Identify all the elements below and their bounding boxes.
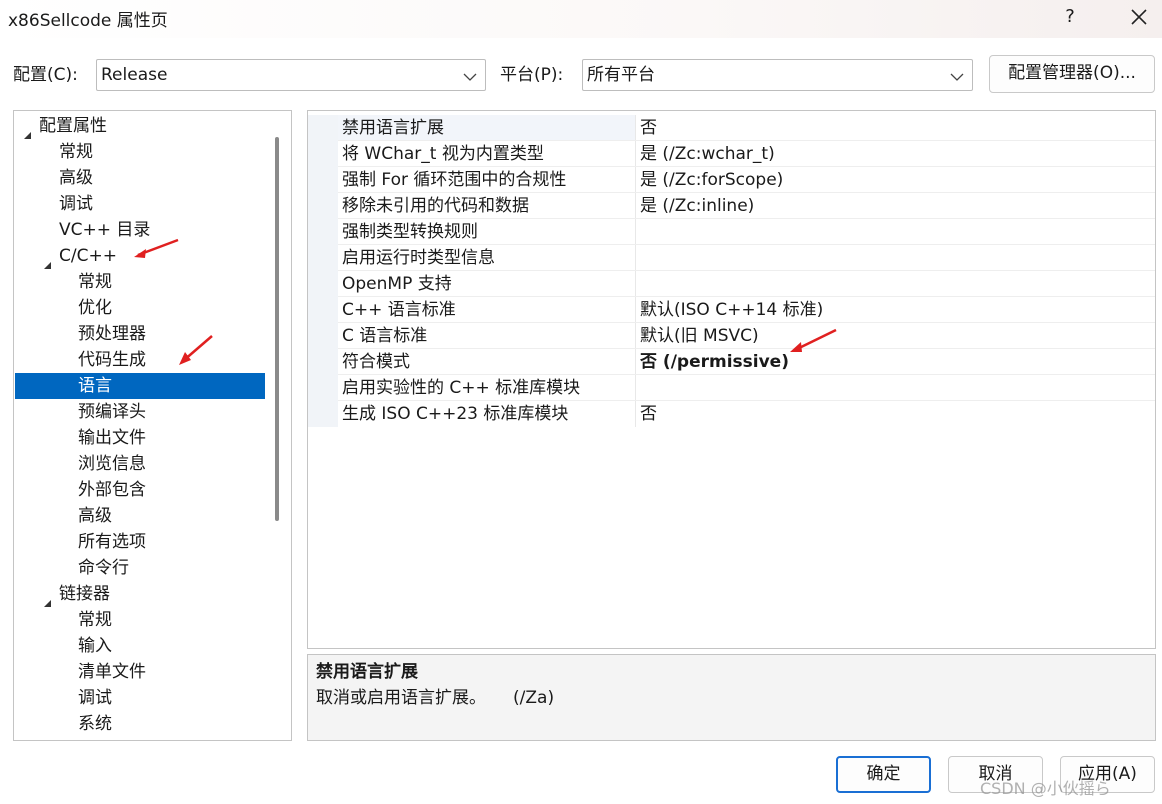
property-grid: 禁用语言扩展 否 将 WChar_t 视为内置类型 是 (/Zc:wchar_t…: [307, 110, 1156, 649]
tree-item-cpp-advanced[interactable]: 高级: [15, 503, 265, 529]
configuration-manager-button[interactable]: 配置管理器(O)...: [989, 55, 1155, 93]
tree-item-linker-debugging[interactable]: 调试: [15, 685, 265, 711]
expanded-triangle-icon[interactable]: [43, 590, 52, 607]
tree-item-manifest-file[interactable]: 清单文件: [15, 659, 265, 685]
property-value[interactable]: 否: [640, 401, 657, 427]
tree-item-optimization[interactable]: 优化: [15, 295, 265, 321]
property-name: C++ 语言标准: [342, 300, 456, 320]
description-title: 禁用语言扩展: [316, 662, 418, 682]
property-value[interactable]: 默认(旧 MSVC): [640, 323, 759, 349]
property-name: 强制类型转换规则: [342, 222, 478, 242]
tree-item-input[interactable]: 输入: [15, 633, 265, 659]
tree-scrollbar[interactable]: [275, 137, 279, 521]
tree-item-code-generation[interactable]: 代码生成: [15, 347, 265, 373]
expanded-triangle-icon[interactable]: [43, 252, 52, 269]
tree-item-language[interactable]: 语言: [15, 373, 265, 399]
tree-item-advanced[interactable]: 高级: [15, 165, 265, 191]
property-value[interactable]: 是 (/Zc:inline): [640, 193, 754, 219]
tree-item-linker[interactable]: 链接器: [15, 581, 265, 607]
watermark: CSDN @小伙摇ら: [980, 779, 1111, 798]
property-value[interactable]: 否: [640, 115, 657, 141]
tree-item-all-options[interactable]: 所有选项: [15, 529, 265, 555]
ok-button[interactable]: 确定: [836, 756, 931, 793]
property-name: 将 WChar_t 视为内置类型: [342, 144, 544, 164]
window-title: x86Sellcode 属性页: [8, 11, 168, 31]
tree-item-browse-information[interactable]: 浏览信息: [15, 451, 265, 477]
property-tree: 配置属性 常规 高级 调试 VC++ 目录 C/C++ 常规 优化 预处理器 代…: [13, 110, 292, 741]
property-value[interactable]: 是 (/Zc:forScope): [640, 167, 783, 193]
description-text: 取消或启用语言扩展。 (/Za): [316, 688, 555, 708]
annotation-arrow-icon: [134, 238, 179, 258]
help-button[interactable]: ?: [1060, 6, 1080, 27]
tree-item-command-line[interactable]: 命令行: [15, 555, 265, 581]
tree-item-linker-general[interactable]: 常规: [15, 607, 265, 633]
config-dropdown[interactable]: Release: [96, 59, 486, 91]
chevron-down-icon: [950, 69, 964, 83]
property-row[interactable]: C 语言标准 默认(旧 MSVC): [308, 323, 1155, 349]
property-row[interactable]: 启用运行时类型信息: [308, 245, 1155, 271]
config-value: Release: [101, 65, 168, 85]
tree-item-general[interactable]: 常规: [15, 139, 265, 165]
property-row[interactable]: C++ 语言标准 默认(ISO C++14 标准): [308, 297, 1155, 323]
property-row[interactable]: 强制 For 循环范围中的合规性 是 (/Zc:forScope): [308, 167, 1155, 193]
description-panel: 禁用语言扩展 取消或启用语言扩展。 (/Za): [307, 654, 1156, 741]
property-value[interactable]: 默认(ISO C++14 标准): [640, 297, 823, 323]
title-bar: x86Sellcode 属性页 ?: [0, 0, 1162, 38]
tree-item-cpp-general[interactable]: 常规: [15, 269, 265, 295]
property-value[interactable]: 是 (/Zc:wchar_t): [640, 141, 775, 167]
property-name: 生成 ISO C++23 标准库模块: [342, 404, 569, 424]
property-name: OpenMP 支持: [342, 274, 452, 294]
annotation-arrow-icon: [790, 328, 837, 352]
property-row[interactable]: 禁用语言扩展 否: [308, 115, 1155, 141]
tree-item-debugging[interactable]: 调试: [15, 191, 265, 217]
property-name: C 语言标准: [342, 326, 428, 346]
property-name: 强制 For 循环范围中的合规性: [342, 170, 567, 190]
platform-value: 所有平台: [587, 65, 655, 85]
property-row[interactable]: 生成 ISO C++23 标准库模块 否: [308, 401, 1155, 427]
platform-label: 平台(P):: [500, 65, 564, 85]
property-name: 符合模式: [342, 352, 410, 372]
property-name: 移除未引用的代码和数据: [342, 196, 529, 216]
property-name: 启用运行时类型信息: [342, 248, 495, 268]
close-icon[interactable]: [1126, 4, 1152, 30]
property-row[interactable]: 强制类型转换规则: [308, 219, 1155, 245]
tree-item-precompiled-headers[interactable]: 预编译头: [15, 399, 265, 425]
property-row[interactable]: 启用实验性的 C++ 标准库模块: [308, 375, 1155, 401]
tree-item-preprocessor[interactable]: 预处理器: [15, 321, 265, 347]
tree-item-config-properties[interactable]: 配置属性: [15, 113, 265, 139]
tree-item-output-files[interactable]: 输出文件: [15, 425, 265, 451]
annotation-arrow-icon: [179, 335, 213, 365]
tree-item-external-includes[interactable]: 外部包含: [15, 477, 265, 503]
chevron-down-icon: [463, 69, 477, 83]
property-row[interactable]: 移除未引用的代码和数据 是 (/Zc:inline): [308, 193, 1155, 219]
property-name: 禁用语言扩展: [342, 118, 444, 138]
property-row[interactable]: 符合模式 否 (/permissive): [308, 349, 1155, 375]
property-row[interactable]: 将 WChar_t 视为内置类型 是 (/Zc:wchar_t): [308, 141, 1155, 167]
property-value[interactable]: 否 (/permissive): [640, 349, 789, 375]
tree-item-system[interactable]: 系统: [15, 711, 265, 737]
property-row[interactable]: OpenMP 支持: [308, 271, 1155, 297]
platform-dropdown[interactable]: 所有平台: [582, 59, 973, 91]
config-label: 配置(C):: [13, 65, 78, 85]
expanded-triangle-icon[interactable]: [23, 122, 32, 139]
property-name: 启用实验性的 C++ 标准库模块: [342, 378, 581, 398]
